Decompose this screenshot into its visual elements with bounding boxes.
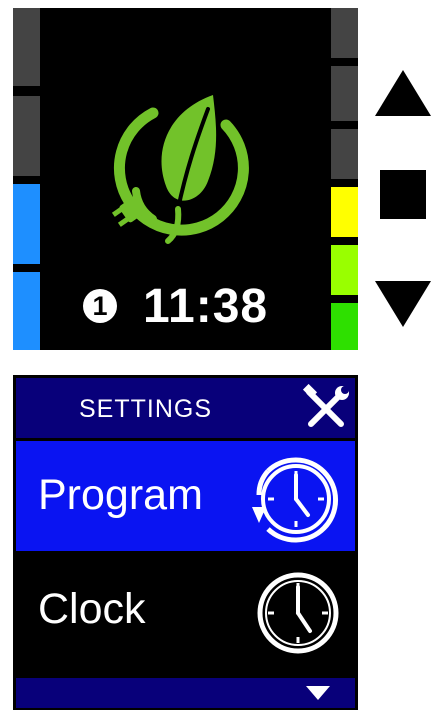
left-level-bar-1 [13,8,40,86]
right-level-bar-2 [331,66,358,121]
right-level-bar-4 [331,187,358,237]
clock-icon [257,572,339,654]
page-title: SETTINGS [79,395,213,423]
eco-leaf-plug-icon [111,95,249,244]
left-level-bar-2 [13,96,40,176]
program-clock-icon [252,457,339,543]
left-level-bar-4 [13,272,40,350]
menu-item-program[interactable]: Program [16,441,355,551]
right-level-bar-5 [331,245,358,295]
current-time: 11:38 [143,279,269,333]
right-level-bar-1 [331,8,358,58]
status-row: 1 11:38 [83,276,313,336]
settings-footer [16,678,355,708]
right-level-bar-3 [331,129,358,179]
settings-header: SETTINGS [16,378,355,438]
square-stop-icon[interactable] [380,170,426,219]
triangle-down-icon[interactable] [375,281,431,327]
chevron-down-icon[interactable] [306,686,330,702]
menu-item-label: Program [38,471,203,519]
channel-badge: 1 [83,289,117,323]
left-level-bar-3 [13,184,40,264]
wrench-screwdriver-icon [302,384,349,427]
right-level-bar-6 [331,303,358,350]
menu-item-label: Clock [38,585,146,633]
main-display: 1 11:38 [13,8,358,350]
settings-display: SETTINGS Program Clock [13,375,358,710]
menu-item-clock[interactable]: Clock [16,555,355,665]
triangle-up-icon[interactable] [375,70,431,116]
